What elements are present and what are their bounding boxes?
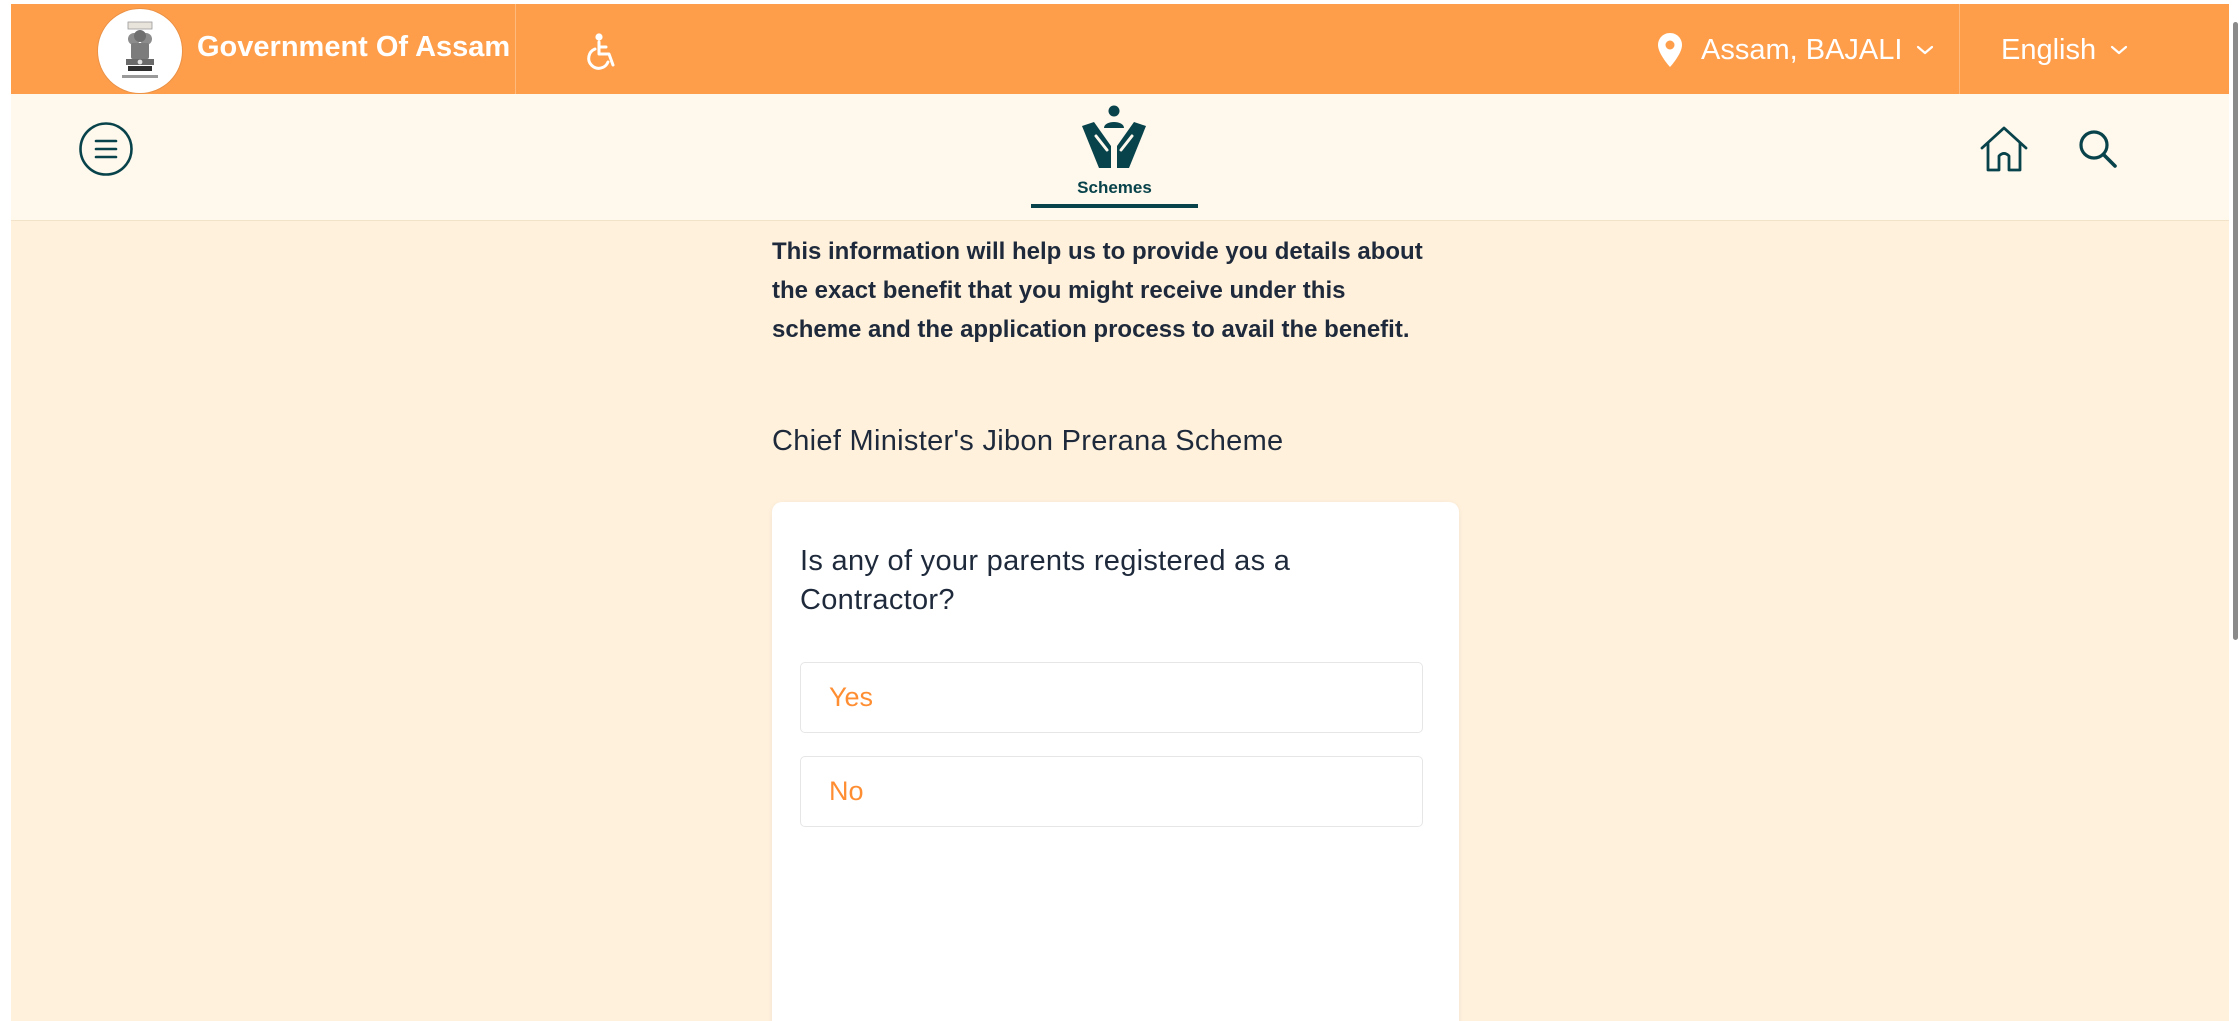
state-emblem-logo[interactable] xyxy=(98,9,182,93)
scrollbar-thumb[interactable] xyxy=(2233,22,2238,640)
question-line: Contractor? xyxy=(800,584,955,616)
search-button[interactable] xyxy=(2073,124,2123,174)
top-bar: Government Of Assam Assam, BAJALI Englis… xyxy=(11,4,2229,94)
hamburger-menu-icon xyxy=(79,122,133,176)
page-frame: Government Of Assam Assam, BAJALI Englis… xyxy=(11,4,2229,1021)
menu-button[interactable] xyxy=(78,121,134,177)
chevron-down-icon xyxy=(1917,45,1934,55)
government-title[interactable]: Government Of Assam xyxy=(197,31,510,64)
question-line: Is any of your parents registered as a xyxy=(800,545,1291,577)
location-pin-icon xyxy=(1658,33,1682,67)
active-tab-indicator xyxy=(1031,204,1198,208)
header-divider xyxy=(515,4,516,94)
option-no-button[interactable]: No xyxy=(800,756,1423,827)
schemes-hands-icon xyxy=(1082,105,1146,168)
intro-line: scheme and the application process to av… xyxy=(772,316,1410,343)
intro-text: This information will help us to provide… xyxy=(772,232,1472,349)
intro-line: the exact benefit that you might receive… xyxy=(772,277,1346,304)
navigation-bar: Schemes xyxy=(11,94,2229,221)
home-button[interactable] xyxy=(1976,122,2032,178)
chevron-down-icon xyxy=(2111,45,2128,55)
search-icon xyxy=(2079,130,2117,168)
intro-line: This information will help us to provide… xyxy=(772,238,1423,265)
option-yes-button[interactable]: Yes xyxy=(800,662,1423,733)
schemes-label: Schemes xyxy=(1077,178,1152,197)
scheme-title: Chief Minister's Jibon Prerana Scheme xyxy=(772,425,1284,457)
home-icon xyxy=(1980,126,2028,172)
question-text: Is any of your parents registered as a C… xyxy=(800,542,1360,620)
tab-schemes[interactable]: Schemes xyxy=(1031,102,1198,208)
language-text: English xyxy=(2001,33,2097,66)
location-text: Assam, BAJALI xyxy=(1701,33,1903,66)
accessibility-button[interactable] xyxy=(583,32,619,72)
header-divider xyxy=(1959,4,1960,94)
question-card: Is any of your parents registered as a C… xyxy=(772,502,1459,1021)
wheelchair-icon xyxy=(587,33,615,70)
location-selector[interactable]: Assam, BAJALI xyxy=(1657,28,1934,72)
language-selector[interactable]: English xyxy=(2001,28,2128,72)
emblem-icon xyxy=(122,21,158,78)
